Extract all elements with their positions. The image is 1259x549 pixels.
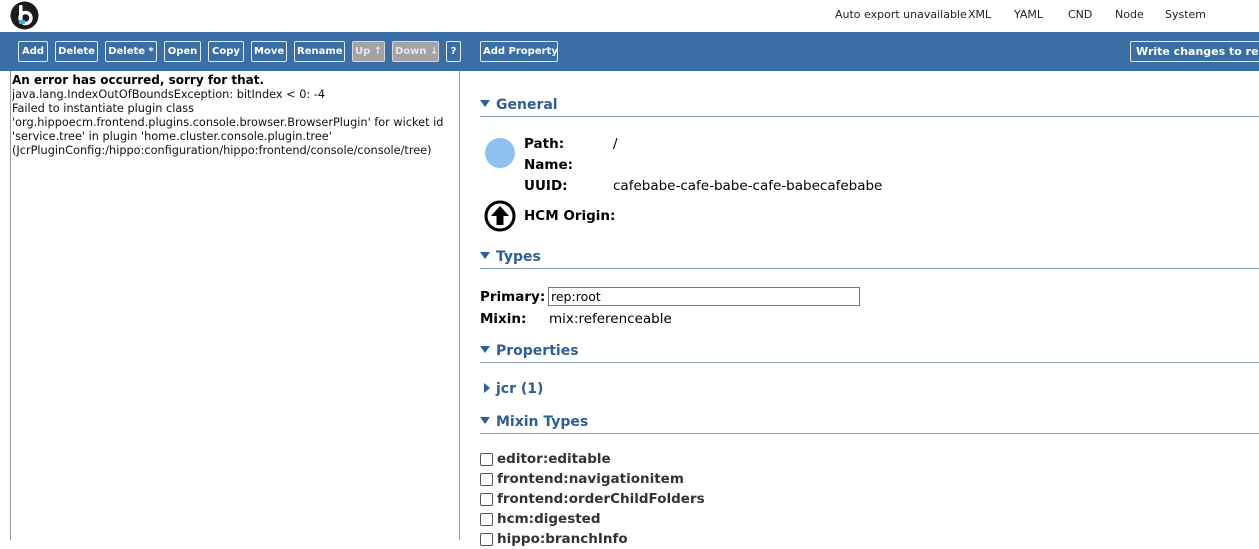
- menu-xml[interactable]: XML: [968, 8, 991, 21]
- mixin-type-label: frontend:navigationitem: [497, 471, 684, 487]
- menu-system[interactable]: System: [1165, 8, 1206, 21]
- general-section-header[interactable]: General: [480, 95, 1259, 117]
- menu-node[interactable]: Node: [1115, 8, 1144, 21]
- properties-section-title: Properties: [496, 343, 579, 359]
- arrow-up-circle-icon: [484, 200, 516, 232]
- error-line: java.lang.IndexOutOfBoundsException: bit…: [12, 88, 326, 101]
- types-section-header[interactable]: Types: [480, 247, 1259, 269]
- properties-section-header[interactable]: Properties: [480, 341, 1259, 363]
- top-bar: Auto export unavailable XML YAML CND Nod…: [0, 0, 1259, 32]
- mixin-type-item: hcm:digested: [480, 511, 780, 529]
- mixin-type-label: editor:editable: [497, 451, 611, 467]
- jcr-property-group[interactable]: jcr (1): [496, 381, 543, 397]
- collapse-triangle-icon: [480, 346, 490, 353]
- mixin-checkbox[interactable]: [480, 493, 493, 506]
- collapse-triangle-icon: [480, 252, 490, 259]
- mixin-checkbox[interactable]: [480, 513, 493, 526]
- rename-button[interactable]: Rename: [294, 41, 345, 62]
- add-button[interactable]: Add: [18, 41, 48, 62]
- collapse-triangle-icon: [480, 100, 490, 107]
- types-section-title: Types: [496, 249, 541, 265]
- tree-panel: An error has occurred, sorry for that. j…: [10, 71, 460, 540]
- auto-export-status: Auto export unavailable: [835, 8, 967, 21]
- mixin-types-section-title: Mixin Types: [496, 414, 589, 430]
- mixin-type-label: frontend:orderChildFolders: [497, 491, 705, 507]
- menu-cnd[interactable]: CND: [1068, 8, 1092, 21]
- copy-button[interactable]: Copy: [208, 41, 244, 62]
- hippo-logo-icon[interactable]: [10, 1, 39, 30]
- help-button[interactable]: ?: [446, 41, 461, 62]
- uuid-label: UUID:: [524, 178, 568, 194]
- mixin-type-item: frontend:navigationitem: [480, 471, 780, 489]
- primary-label: Primary:: [480, 289, 546, 305]
- error-line: Failed to instantiate plugin class: [12, 102, 195, 115]
- mixin-type-label: hcm:digested: [497, 511, 601, 527]
- general-section-title: General: [496, 97, 558, 113]
- delete-button[interactable]: Delete: [55, 41, 98, 62]
- expand-triangle-icon[interactable]: [484, 383, 490, 393]
- path-label: Path:: [524, 136, 565, 152]
- mixin-types-section-header[interactable]: Mixin Types: [480, 412, 1259, 434]
- node-circle-icon: [485, 138, 515, 168]
- add-property-button[interactable]: Add Property: [480, 41, 558, 62]
- mixin-value: mix:referenceable: [549, 311, 672, 327]
- mixin-label: Mixin:: [480, 311, 527, 327]
- open-button[interactable]: Open: [164, 41, 201, 62]
- toolbar: Add Delete Delete * Open Copy Move Renam…: [0, 32, 1259, 71]
- down-button[interactable]: Down ↓: [392, 41, 439, 62]
- delete-all-button[interactable]: Delete *: [105, 41, 157, 62]
- uuid-value: cafebabe-cafe-babe-cafe-babecafebabe: [613, 178, 883, 194]
- error-title: An error has occurred, sorry for that.: [12, 73, 265, 87]
- menu-yaml[interactable]: YAML: [1014, 8, 1043, 21]
- error-line: 'org.hippoecm.frontend.plugins.console.b…: [12, 116, 444, 129]
- mixin-type-item: frontend:orderChildFolders: [480, 491, 780, 509]
- error-line: (JcrPluginConfig:/hippo:configuration/hi…: [12, 144, 432, 157]
- node-editor-panel: General Path: / Name: UUID: cafebabe-caf…: [461, 71, 1259, 547]
- name-label: Name:: [524, 157, 574, 173]
- up-button[interactable]: Up ↑: [352, 41, 385, 62]
- mixin-checkbox[interactable]: [480, 473, 493, 486]
- error-line: 'service.tree' in plugin 'home.cluster.c…: [12, 130, 332, 143]
- path-value: /: [613, 136, 618, 152]
- move-button[interactable]: Move: [251, 41, 287, 62]
- mixin-type-item: editor:editable: [480, 451, 780, 469]
- hcm-origin-label: HCM Origin:: [524, 208, 616, 224]
- mixin-type-label: hippo:branchInfo: [497, 531, 628, 547]
- write-changes-button[interactable]: Write changes to repo: [1130, 41, 1259, 62]
- mixin-type-item: hippo:branchInfo: [480, 531, 780, 549]
- primary-type-input[interactable]: [548, 287, 860, 306]
- collapse-triangle-icon: [480, 417, 490, 424]
- mixin-checkbox[interactable]: [480, 453, 493, 466]
